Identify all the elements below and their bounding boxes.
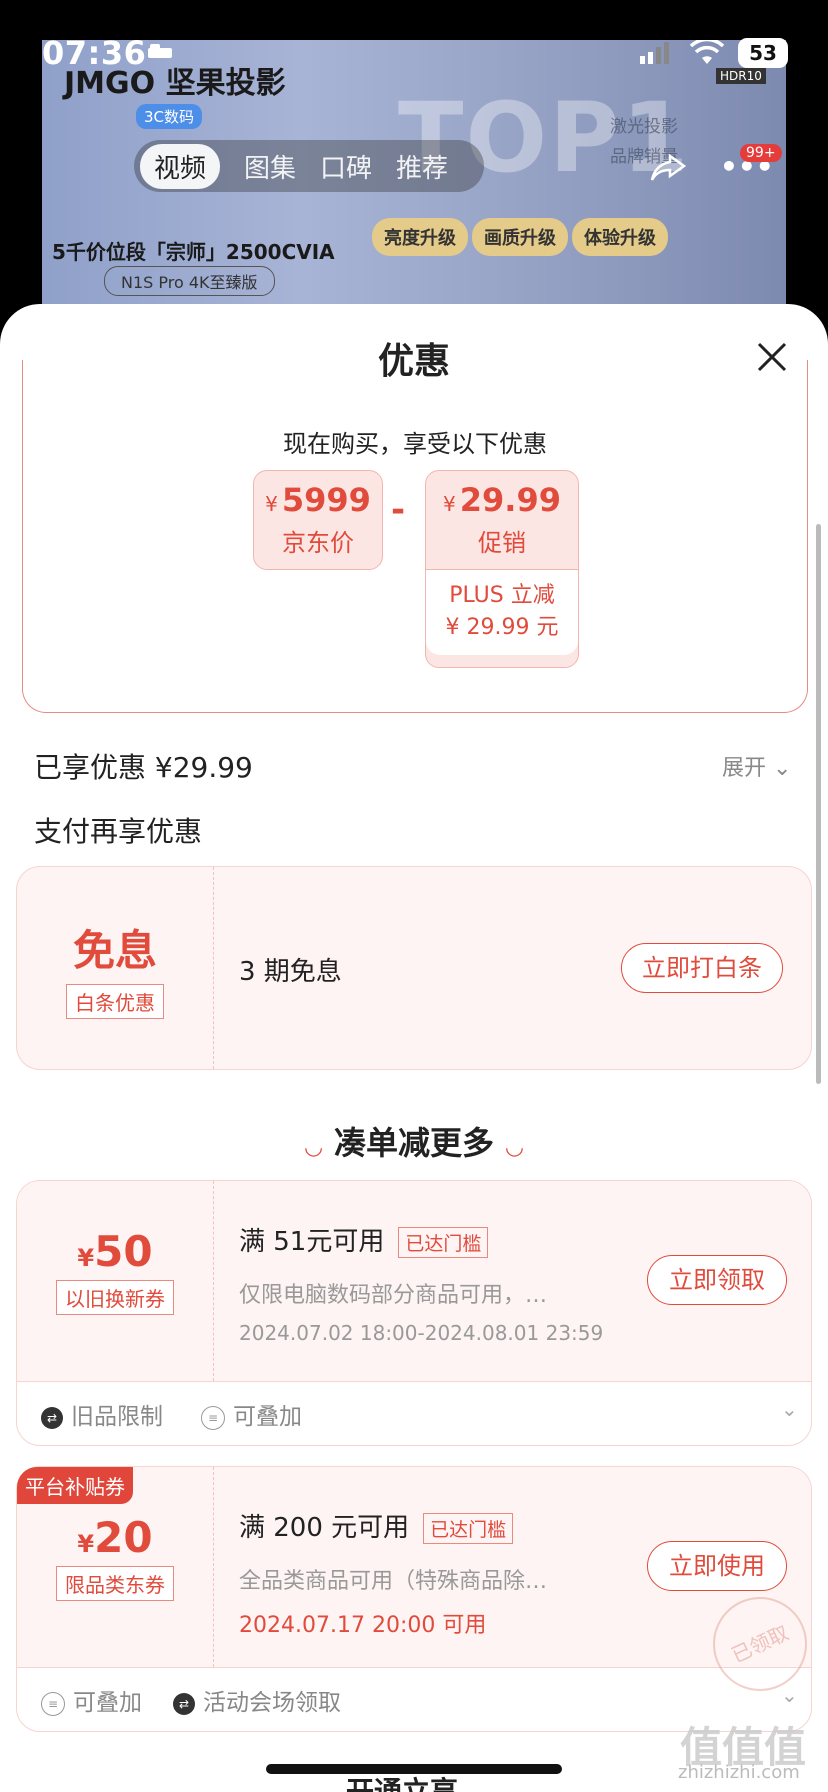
tab-reviews[interactable]: 口碑 bbox=[320, 148, 372, 185]
upgrade-tags: 亮度升级 画质升级 体验升级 bbox=[372, 218, 672, 256]
hdr-badge: HDR10 bbox=[716, 68, 766, 84]
coupon-title: 满 200 元可用 已达门槛 bbox=[239, 1507, 514, 1544]
sleep-icon bbox=[146, 42, 174, 60]
laser-line-1: 激光投影 bbox=[610, 117, 678, 137]
smile-icon: ◡ bbox=[305, 1135, 322, 1160]
home-indicator[interactable] bbox=[266, 1764, 562, 1774]
promo-card: ¥29.99 促销 PLUS 立减 ¥ 29.99 元 bbox=[425, 470, 579, 668]
upgrade-tag: 画质升级 bbox=[472, 218, 568, 256]
minus-sign: - bbox=[391, 490, 406, 530]
coupon-time: 2024.07.02 18:00-2024.08.01 23:59 bbox=[239, 1321, 604, 1345]
status-bar: 07:36 53 bbox=[0, 0, 828, 72]
plus-line-1: PLUS 立减 bbox=[449, 583, 555, 608]
wifi-icon bbox=[689, 37, 725, 70]
product-subtag: N1S Pro 4K至臻版 bbox=[104, 266, 275, 296]
feature-old-item: ⇄ 旧品限制 bbox=[41, 1397, 163, 1431]
scrollbar[interactable] bbox=[816, 524, 821, 1084]
product-ribbon: 5千价位段「宗师」2500CVIA bbox=[52, 240, 335, 264]
tab-video[interactable]: 视频 bbox=[140, 143, 221, 189]
share-icon[interactable] bbox=[650, 152, 687, 192]
event-icon: ⇄ bbox=[173, 1692, 195, 1715]
coupon-desc: 全品类商品可用（特殊商品除… bbox=[239, 1569, 548, 1594]
media-tabs: 视频 图集 口碑 推荐 bbox=[134, 140, 484, 192]
price-card: ¥5999 京东价 bbox=[253, 470, 383, 570]
chevron-down-icon[interactable]: ⌄ bbox=[781, 1397, 798, 1421]
chevron-down-icon[interactable]: ⌄ bbox=[781, 1683, 798, 1707]
promo-heading: 现在购买，享受以下优惠 bbox=[283, 430, 547, 458]
baitiao-tag: 白条优惠 bbox=[66, 984, 164, 1019]
coupon-left: ¥50 以旧换新券 bbox=[17, 1181, 214, 1381]
coupon-card-2: ¥20 限品类东券 平台补贴券 满 200 元可用 已达门槛 全品类商品可用（特殊… bbox=[16, 1466, 823, 1732]
upgrade-tag: 亮度升级 bbox=[372, 218, 468, 256]
claim-button[interactable]: 立即领取 bbox=[647, 1255, 787, 1305]
tab-recommend[interactable]: 推荐 bbox=[396, 148, 448, 185]
upgrade-tag: 体验升级 bbox=[572, 218, 668, 256]
use-button[interactable]: 立即使用 bbox=[647, 1541, 787, 1591]
baitiao-big: 免息 bbox=[72, 926, 157, 975]
baitiao-left: 免息 白条优惠 bbox=[17, 867, 214, 1069]
watermark-url: zhizhizhi.com bbox=[678, 1762, 800, 1783]
baitiao-desc: 3 期免息 bbox=[239, 957, 342, 987]
discount-sheet: 优惠 现在购买，享受以下优惠 ¥5999 京东价 - ¥29.99 促销 PLU… bbox=[0, 304, 828, 1792]
coupon-amount: ¥20 bbox=[77, 1513, 153, 1562]
battery-indicator: 53 bbox=[738, 38, 788, 68]
feature-event-claim: ⇄ 活动会场领取 bbox=[173, 1683, 341, 1717]
stack-icon: ≡ bbox=[201, 1405, 225, 1430]
promo-summary: 现在购买，享受以下优惠 ¥5999 京东价 - ¥29.99 促销 PLUS 立… bbox=[22, 360, 808, 713]
feature-stackable: ≡ 可叠加 bbox=[201, 1397, 302, 1431]
tab-gallery[interactable]: 图集 bbox=[244, 148, 296, 185]
enjoyed-discount: 已享优惠 ¥29.99 bbox=[34, 751, 253, 784]
feature-stackable: ≡ 可叠加 bbox=[41, 1683, 142, 1717]
threshold-met-badge: 已达门槛 bbox=[423, 1513, 514, 1544]
coupon-amount: ¥50 bbox=[77, 1227, 153, 1276]
plus-discount: PLUS 立减 ¥ 29.99 元 bbox=[426, 569, 578, 655]
baitiao-card: 免息 白条优惠 3 期免息 立即打白条 bbox=[16, 866, 812, 1070]
promo-amount: ¥29.99 bbox=[443, 481, 561, 519]
coupon-tag: 限品类东券 bbox=[56, 1566, 174, 1601]
pay-more-heading: 支付再享优惠 bbox=[34, 815, 203, 848]
stack-icon: ≡ bbox=[41, 1691, 65, 1716]
chevron-down-icon: ⌄ bbox=[773, 756, 792, 781]
promo-label: 促销 bbox=[478, 529, 526, 557]
status-time: 07:36 bbox=[42, 34, 147, 72]
category-badge: 3C数码 bbox=[136, 104, 203, 129]
baitiao-button[interactable]: 立即打白条 bbox=[621, 943, 783, 993]
threshold-met-badge: 已达门槛 bbox=[398, 1227, 489, 1258]
coupon-time: 2024.07.17 20:00 可用 bbox=[239, 1613, 487, 1638]
platform-subsidy-badge: 平台补贴券 bbox=[17, 1467, 133, 1504]
plus-line-2: ¥ 29.99 元 bbox=[445, 615, 559, 640]
price-label: 京东价 bbox=[282, 529, 354, 557]
price-amount: ¥5999 bbox=[265, 481, 371, 519]
section-heading: ◡ 凑单减更多 ◡ bbox=[305, 1124, 523, 1162]
smile-icon: ◡ bbox=[506, 1135, 523, 1160]
old-item-icon: ⇄ bbox=[41, 1406, 63, 1429]
coupon-title: 满 51元可用 已达门槛 bbox=[239, 1221, 489, 1258]
coupon-tag: 以旧换新券 bbox=[56, 1280, 174, 1315]
expand-button[interactable]: 展开 ⌄ bbox=[722, 750, 791, 782]
coupon-desc: 仅限电脑数码部分商品可用，… bbox=[239, 1283, 548, 1308]
coupon-card-1: ¥50 以旧换新券 满 51元可用 已达门槛 仅限电脑数码部分商品可用，… 202… bbox=[16, 1180, 812, 1446]
message-count-badge: 99+ bbox=[740, 144, 782, 162]
cellular-signal-icon bbox=[640, 42, 670, 68]
